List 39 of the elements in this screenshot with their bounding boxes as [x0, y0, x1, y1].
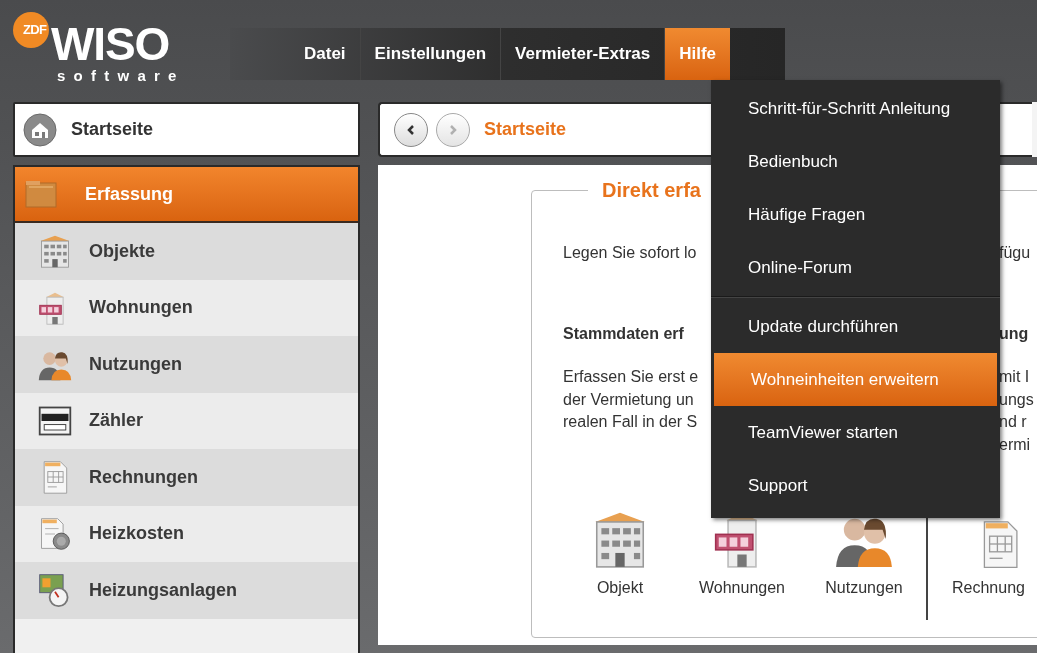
- shortcut-link[interactable]: Wohnungen: [699, 576, 785, 600]
- home-bar[interactable]: Startseite: [13, 102, 360, 157]
- sidebar-item[interactable]: Wohnungen: [15, 279, 358, 336]
- menu-item[interactable]: Support: [711, 459, 1000, 512]
- folder-icon: [25, 180, 57, 208]
- sidebar-item[interactable]: Heizungsanlagen: [15, 562, 358, 619]
- shortcut-link[interactable]: Nutzungen: [825, 576, 903, 600]
- back-button[interactable]: [394, 112, 428, 147]
- breadcrumb-label: Startseite: [484, 118, 567, 141]
- section-heading: Stammdaten erf: [563, 324, 684, 342]
- sidebar-item[interactable]: Zähler: [15, 392, 358, 449]
- shortcut-link[interactable]: Rechnung: [952, 576, 1025, 600]
- logo-tagline: software: [57, 68, 185, 84]
- logo-badge: ZDF: [13, 12, 49, 48]
- menu-item[interactable]: Online-Forum: [711, 241, 1000, 294]
- logo-wordmark: WISO: [51, 24, 170, 64]
- section-heading: ung: [999, 323, 1029, 344]
- menu-item[interactable]: TeamViewer starten: [711, 406, 1000, 459]
- body-text: ermi: [999, 434, 1031, 455]
- body-text: nd r: [999, 412, 1027, 433]
- body-text: Erfassen Sie erst e: [563, 368, 699, 386]
- body-text: der Vermietung un: [563, 390, 694, 408]
- section-label: Erfassung: [85, 182, 174, 206]
- sidebar-item[interactable]: Rechnungen: [15, 449, 358, 506]
- body-text: Legen Sie sofort lo: [563, 244, 697, 262]
- sidebar-item[interactable]: Nutzungen: [15, 336, 358, 393]
- menu-tab[interactable]: Einstellungen: [360, 28, 502, 80]
- home-icon: [23, 112, 57, 147]
- menu-tab[interactable]: Datei: [290, 28, 361, 80]
- menu-item[interactable]: Update durchführen: [711, 300, 1000, 353]
- menu-item[interactable]: Schritt-für-Schritt Anleitung: [711, 82, 1000, 135]
- home-label: Startseite: [71, 118, 154, 141]
- sidebar-item[interactable]: Heizkosten: [15, 505, 358, 562]
- body-text: fügu: [999, 243, 1031, 264]
- shortcut-link[interactable]: Objekt: [596, 576, 644, 600]
- sidebar-item[interactable]: Objekte: [15, 223, 358, 280]
- body-text: realen Fall in der S: [563, 413, 698, 431]
- body-text: mit I: [999, 367, 1030, 388]
- body-text: ungs: [999, 389, 1034, 410]
